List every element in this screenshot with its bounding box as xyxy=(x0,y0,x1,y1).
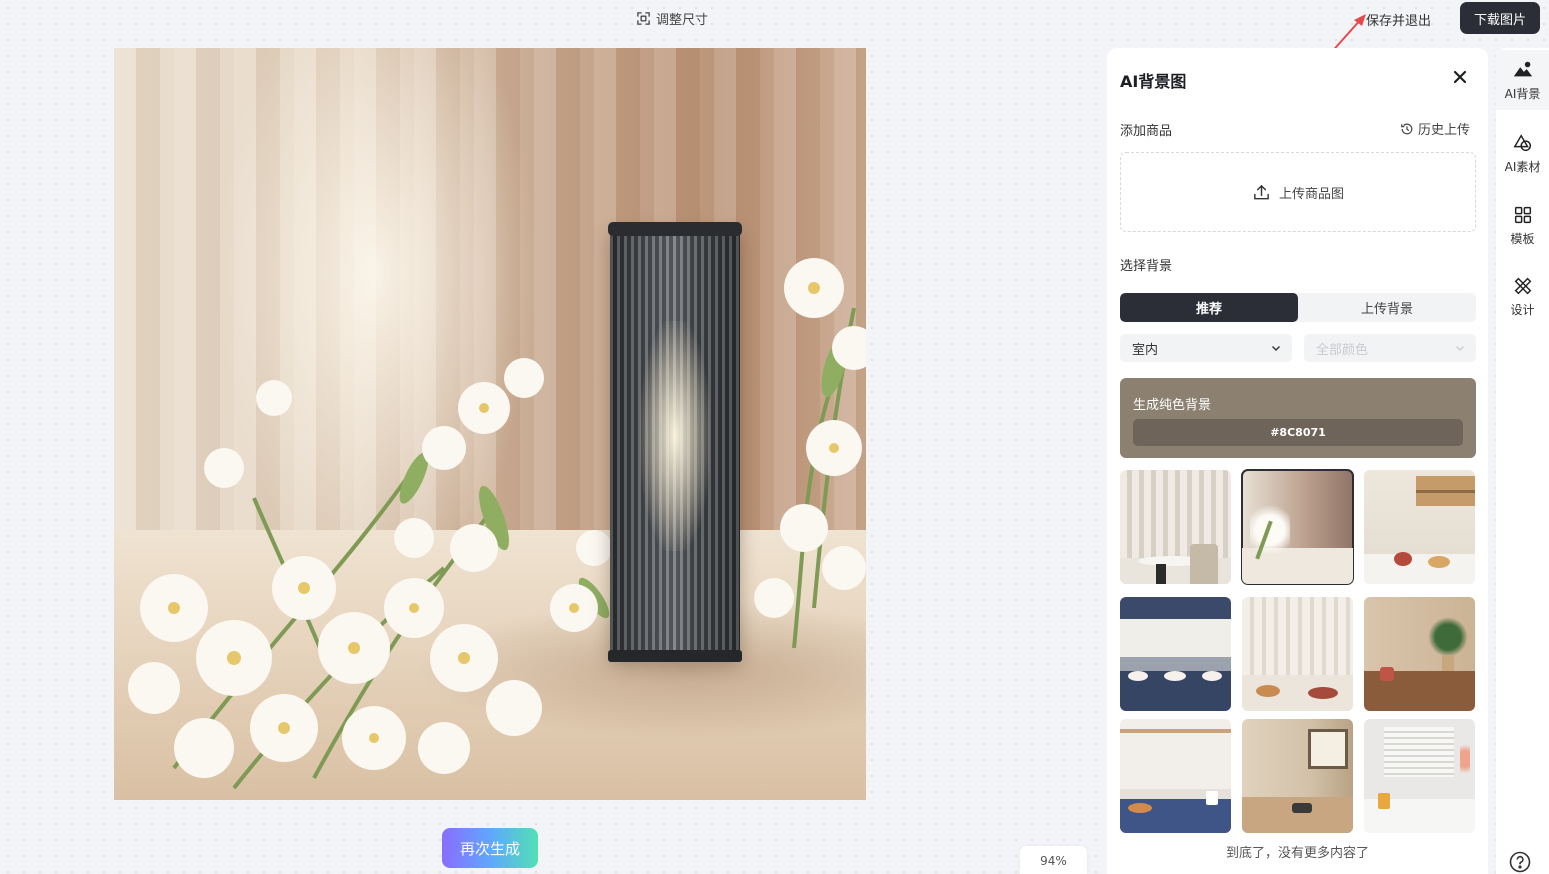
flowers-illustration xyxy=(128,258,866,790)
bg-thumb-kitchen-shelves[interactable] xyxy=(1364,470,1475,584)
ai-background-panel: AI背景图 添加商品 历史上传 上传商品图 选择背景 推荐 上传背景 室内 全部… xyxy=(1107,48,1488,874)
bg-thumb-white-curtain-food[interactable] xyxy=(1242,597,1353,711)
tool-sidebar: AI背景 AI素材 模板 设计 xyxy=(1496,48,1549,874)
design-icon xyxy=(1514,277,1531,294)
zoom-level[interactable]: 94% xyxy=(1020,846,1087,874)
tab-upload-background[interactable]: 上传背景 xyxy=(1298,293,1476,322)
tool-label: 设计 xyxy=(1510,302,1535,317)
add-product-label: 添加商品 xyxy=(1120,124,1173,139)
tool-design[interactable]: 设计 xyxy=(1496,266,1549,326)
upload-icon xyxy=(1254,184,1269,199)
tool-label: AI背景 xyxy=(1504,86,1541,101)
color-select[interactable]: 全部颜色 xyxy=(1304,334,1476,362)
canvas-product-image[interactable] xyxy=(114,48,866,800)
tool-label: 模板 xyxy=(1510,231,1535,246)
upload-product-label: 上传商品图 xyxy=(1278,186,1344,202)
tab-recommended[interactable]: 推荐 xyxy=(1120,293,1298,322)
template-grid-icon xyxy=(1514,206,1531,223)
save-and-exit-button[interactable]: 保存并退出 xyxy=(1366,10,1431,29)
close-icon[interactable] xyxy=(1451,68,1469,86)
solid-bg-title: 生成纯色背景 xyxy=(1133,398,1212,413)
choose-background-label: 选择背景 xyxy=(1120,259,1173,274)
background-source-tabs: 推荐 上传背景 xyxy=(1120,293,1476,322)
ai-background-icon xyxy=(1513,61,1532,76)
tool-ai-background[interactable]: AI背景 xyxy=(1496,50,1549,110)
bg-thumb-blinds-window[interactable] xyxy=(1364,719,1475,833)
ai-material-icon xyxy=(1512,133,1531,151)
bg-thumb-curtain-table[interactable] xyxy=(1120,470,1231,584)
bg-thumb-flowers-selected[interactable] xyxy=(1241,469,1354,585)
solid-bg-hex[interactable]: #8C8071 xyxy=(1133,419,1463,446)
bg-thumb-navy-counter[interactable] xyxy=(1120,719,1231,833)
resize-label: 调整尺寸 xyxy=(656,12,709,28)
lamp-product xyxy=(608,222,742,662)
chevron-down-icon xyxy=(1272,346,1280,351)
tool-label: AI素材 xyxy=(1504,159,1541,174)
history-label: 历史上传 xyxy=(1418,123,1471,138)
panel-title: AI背景图 xyxy=(1120,72,1187,91)
regenerate-button[interactable]: 再次生成 xyxy=(442,828,538,868)
bg-thumb-plant-table[interactable] xyxy=(1364,597,1475,711)
resize-button[interactable]: 调整尺寸 xyxy=(636,9,709,28)
chevron-down-icon xyxy=(1456,346,1464,351)
color-select-value: 全部颜色 xyxy=(1316,342,1369,358)
scene-select-value: 室内 xyxy=(1132,342,1159,358)
history-icon xyxy=(1401,123,1413,134)
help-icon[interactable] xyxy=(1509,851,1531,873)
end-of-list-text: 到底了，没有更多内容了 xyxy=(1225,846,1369,861)
download-image-button[interactable]: 下载图片 xyxy=(1460,2,1540,34)
tool-ai-material[interactable]: AI素材 xyxy=(1496,123,1549,183)
solid-color-background-card[interactable]: 生成纯色背景 #8C8071 xyxy=(1120,378,1476,458)
upload-product-area[interactable]: 上传商品图 xyxy=(1120,152,1476,232)
history-upload-button[interactable]: 历史上传 xyxy=(1400,119,1470,138)
bg-thumb-window-counter[interactable] xyxy=(1242,719,1353,833)
bg-thumb-blue-kitchen[interactable] xyxy=(1120,597,1231,711)
scene-select[interactable]: 室内 xyxy=(1120,334,1292,362)
resize-icon xyxy=(637,11,650,25)
tool-template[interactable]: 模板 xyxy=(1496,195,1549,255)
